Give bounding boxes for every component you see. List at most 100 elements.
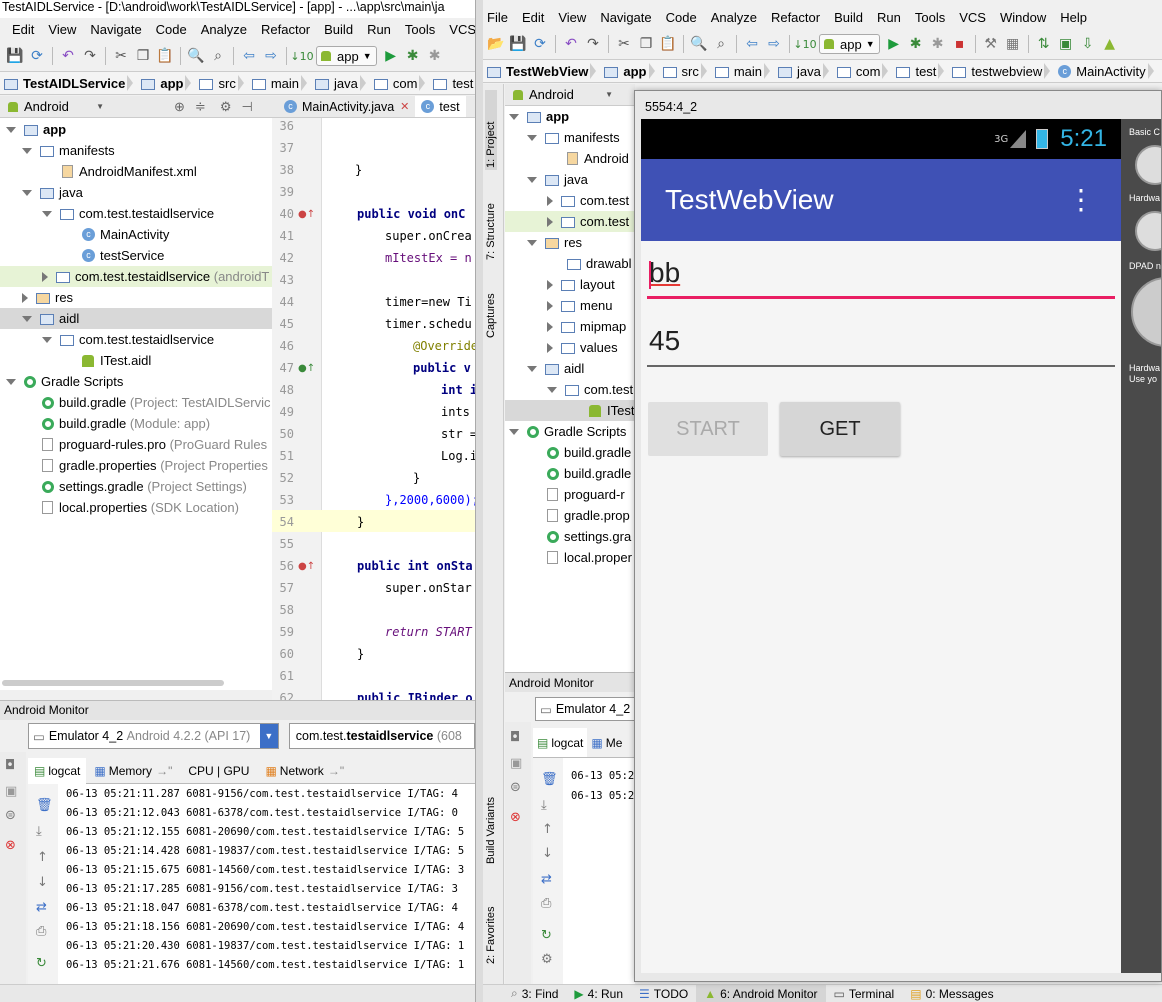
undo-icon[interactable]: ↶ <box>57 45 79 67</box>
tree-item-settings-gradle[interactable]: settings.gradle (Project Settings) <box>42 476 247 497</box>
sync-icon[interactable]: ⟳ <box>529 33 551 55</box>
tool-tab-build-variants[interactable]: Build Variants <box>485 774 497 864</box>
tree-item-build-gradle-project[interactable]: build.gradle (Project: TestAIDLServic <box>42 392 270 413</box>
tree-item-gradle-properties[interactable]: gradle.prop <box>547 505 630 526</box>
tree-item-java[interactable]: java <box>22 182 83 203</box>
copy-icon[interactable]: ❐ <box>132 45 154 67</box>
tab-logcat[interactable]: ▤ logcat <box>533 728 588 757</box>
override-icon[interactable]: ●↑ <box>298 561 315 572</box>
menu-view[interactable]: View <box>41 22 83 37</box>
tab-cpu-gpu[interactable]: CPU | GPU <box>180 760 257 782</box>
menu-code[interactable]: Code <box>149 22 194 37</box>
terminate-icon[interactable]: ⊗ <box>510 810 521 825</box>
back-icon[interactable]: ⇦ <box>741 33 763 55</box>
tree-item-drawable[interactable]: drawabl <box>567 253 632 274</box>
menu-edit[interactable]: Edit <box>0 22 41 37</box>
tree-item-androidmanifest[interactable]: Android <box>567 148 629 169</box>
camera-icon[interactable]: ◘ <box>5 758 15 773</box>
copy-icon[interactable]: ❐ <box>635 33 657 55</box>
tool-tab-project[interactable]: 1: Project <box>485 90 497 170</box>
overflow-menu-icon[interactable]: ⋮ <box>1067 186 1095 214</box>
tree-item-gradle-scripts[interactable]: Gradle Scripts <box>509 421 626 442</box>
cut-icon[interactable]: ✂ <box>110 45 132 67</box>
attach-icon[interactable]: ✱ <box>424 45 446 67</box>
print-icon[interactable]: ⎙ <box>36 924 46 939</box>
crumb-mainactivity[interactable]: c MainActivity <box>1054 60 1154 82</box>
crumb-com[interactable]: com <box>833 60 889 82</box>
terminate-icon[interactable]: ⊗ <box>5 838 16 853</box>
tree-item-build-gradle-project[interactable]: build.gradle <box>547 442 631 463</box>
process-select[interactable]: com.test. testaidlservice (608 <box>288 723 475 749</box>
menu-refactor[interactable]: Refactor <box>254 22 317 37</box>
view-selector[interactable]: Android ▼ <box>513 87 613 102</box>
tree-item-mainactivity[interactable]: c MainActivity <box>82 224 169 245</box>
menu-file[interactable]: File <box>483 10 515 25</box>
menu-build[interactable]: Build <box>317 22 360 37</box>
stop-icon[interactable]: ▪ <box>949 33 971 55</box>
save-icon[interactable]: 💾 <box>4 45 26 67</box>
crumb-main[interactable]: main <box>248 72 308 94</box>
right-logcat-output[interactable]: 06-13 05:2 06-13 05:2 <box>563 758 635 984</box>
crumb-test[interactable]: test <box>892 60 945 82</box>
crumb-src[interactable]: src <box>659 60 708 82</box>
menu-build[interactable]: Build <box>827 10 870 25</box>
tree-item-res[interactable]: res <box>527 232 582 253</box>
tree-item-build-gradle-module[interactable]: build.gradle <box>547 463 631 484</box>
tree-item-app[interactable]: app <box>509 106 569 127</box>
gear-icon[interactable]: ⚙ <box>541 952 553 967</box>
tree-item-package-test[interactable]: com.test <box>547 211 629 232</box>
make-project-icon[interactable]: ↓10 <box>793 33 816 55</box>
tree-item-package[interactable]: com.test.testaidlservice <box>42 203 214 224</box>
locate-icon[interactable]: ⊕ <box>174 99 185 115</box>
crumb-app[interactable]: app <box>137 72 192 94</box>
tab-network[interactable]: ▦ Network →" <box>257 760 352 782</box>
right-device-select[interactable]: ▭ Emulator 4_2 <box>535 697 645 721</box>
record-icon[interactable]: ▣ <box>510 756 522 771</box>
tab-messages[interactable]: ▤ 0: Messages <box>902 985 1001 1002</box>
override-icon[interactable]: ●↑ <box>298 209 315 220</box>
tree-item-testservice[interactable]: c testService <box>82 245 164 266</box>
sysinfo-icon[interactable]: ⊜ <box>5 808 16 823</box>
get-button[interactable]: GET <box>780 402 900 456</box>
find-icon[interactable]: 🔍 <box>688 33 710 55</box>
tree-item-app[interactable]: app <box>6 119 66 140</box>
crumb-test[interactable]: test <box>429 72 475 94</box>
restart-icon[interactable]: ↻ <box>541 928 552 943</box>
attach-icon[interactable]: ✱ <box>927 33 949 55</box>
tool-tab-structure[interactable]: 7: Structure <box>485 176 497 260</box>
tree-item-menu[interactable]: menu <box>547 295 613 316</box>
record-icon[interactable]: ▣ <box>5 784 17 799</box>
down-icon[interactable]: ↓ <box>37 875 48 890</box>
menu-analyze[interactable]: Analyze <box>704 10 764 25</box>
tree-item-aidl[interactable]: aidl <box>527 358 584 379</box>
tree-item-gradle-properties[interactable]: gradle.properties (Project Properties <box>42 455 268 476</box>
tree-item-settings-gradle[interactable]: settings.gra <box>547 526 631 547</box>
wrap-icon[interactable]: ⇄ <box>541 872 552 887</box>
menu-vcs[interactable]: VCS <box>952 10 993 25</box>
settings-icon[interactable]: ⚒ <box>980 33 1002 55</box>
sync-icon[interactable]: ⟳ <box>26 45 48 67</box>
sync-gradle-icon[interactable]: ⇅ <box>1033 33 1055 55</box>
tree-item-manifests[interactable]: manifests <box>527 127 620 148</box>
tree-item-aidl[interactable]: aidl <box>22 308 79 329</box>
restart-icon[interactable]: ↻ <box>36 956 47 971</box>
hide-icon[interactable]: ⊣ <box>241 99 252 115</box>
structure-icon[interactable]: ▦ <box>1002 33 1024 55</box>
sdk-manager-icon[interactable]: ⇩ <box>1077 33 1099 55</box>
menu-view[interactable]: View <box>551 10 593 25</box>
cut-icon[interactable]: ✂ <box>613 33 635 55</box>
tree-item-aidl-package[interactable]: com.test <box>547 379 633 400</box>
run-icon[interactable]: ▶ <box>883 33 905 55</box>
clear-log-icon[interactable]: 🗑 <box>541 772 558 787</box>
avd-manager-icon[interactable]: ▣ <box>1055 33 1077 55</box>
debug-icon[interactable]: ✱ <box>402 45 424 67</box>
close-icon[interactable]: ✕ <box>400 100 409 113</box>
find-icon[interactable]: 🔍 <box>185 45 207 67</box>
crumb-testwebview[interactable]: testwebview <box>948 60 1051 82</box>
down-icon[interactable]: ↓ <box>542 846 553 861</box>
tree-item-java[interactable]: java <box>527 169 588 190</box>
run-config-select[interactable]: app ▼ <box>316 46 377 66</box>
tree-item-aidl-package[interactable]: com.test.testaidlservice <box>42 329 214 350</box>
save-icon[interactable]: 💾 <box>507 33 529 55</box>
tab-mainactivity[interactable]: c MainActivity.java ✕ <box>272 100 415 114</box>
